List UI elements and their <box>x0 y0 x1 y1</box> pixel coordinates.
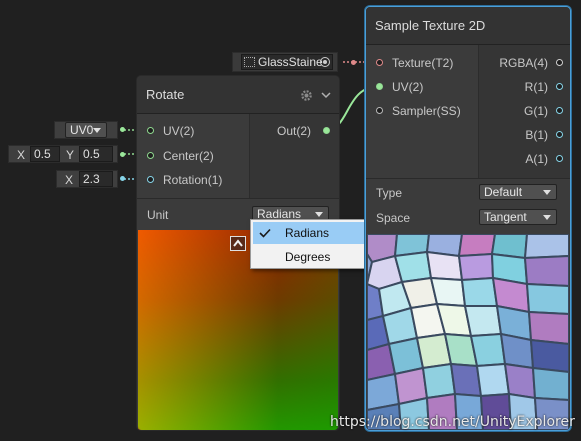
unit-option-radians-label: Radians <box>285 226 330 240</box>
sample-input-uv-label: UV(2) <box>392 80 424 94</box>
sample-output-r-label: R(1) <box>524 80 548 94</box>
center-y-input[interactable]: 0.5 <box>79 146 113 162</box>
rotate-input-center[interactable]: Center(2) <box>147 147 214 165</box>
uv-channel-dropdown[interactable]: UV0 <box>65 122 107 138</box>
center-x-label: X <box>17 148 26 162</box>
rotation-field-port[interactable] <box>120 176 125 181</box>
texture-icon <box>244 57 255 67</box>
rotate-input-center-label: Center(2) <box>163 149 214 163</box>
space-dropdown-value: Tangent <box>484 210 527 224</box>
texture-field-port[interactable] <box>351 60 356 65</box>
uv-inline-field: UV0 <box>54 121 118 139</box>
texture-object-field[interactable]: GlassStaine <box>241 54 333 70</box>
sample-texture-node-title: Sample Texture 2D <box>375 18 486 33</box>
sample-output-g[interactable]: G(1) <box>484 102 563 120</box>
chevron-down-icon <box>543 190 551 195</box>
rotation-x-input[interactable]: 2.3 <box>79 171 113 187</box>
uv-field-port[interactable] <box>120 127 125 132</box>
gear-icon[interactable] <box>300 89 313 102</box>
collapse-up-icon <box>233 239 243 247</box>
sample-texture-node-header[interactable]: Sample Texture 2D <box>366 7 570 45</box>
type-dropdown[interactable]: Default <box>479 184 557 200</box>
space-label: Space <box>376 211 411 225</box>
rotate-input-uv-label: UV(2) <box>163 124 195 138</box>
sample-texture-preview <box>367 234 569 430</box>
center-y-label: Y <box>66 148 75 162</box>
sample-input-uv[interactable]: UV(2) <box>376 78 423 96</box>
sample-output-rgba-label: RGBA(4) <box>499 56 548 70</box>
sample-input-sampler-label: Sampler(SS) <box>392 104 461 118</box>
checkmark-icon <box>259 228 271 238</box>
chevron-down-icon <box>543 215 551 220</box>
texture-field-value: GlassStaine <box>258 55 323 69</box>
space-dropdown[interactable]: Tangent <box>479 209 557 225</box>
rotate-node-title: Rotate <box>146 87 185 102</box>
watermark: https://blog.csdn.net/UnityExplorer <box>330 414 575 430</box>
type-label: Type <box>376 186 403 200</box>
unit-label: Unit <box>147 208 169 222</box>
rotate-input-uv[interactable]: UV(2) <box>147 122 194 140</box>
sample-output-a-label: A(1) <box>525 152 548 166</box>
chevron-down-icon[interactable] <box>321 91 331 99</box>
type-dropdown-value: Default <box>484 185 523 199</box>
sample-output-g-label: G(1) <box>524 104 548 118</box>
sample-output-b-label: B(1) <box>525 128 548 142</box>
sample-output-rgba[interactable]: RGBA(4) <box>484 54 563 72</box>
chevron-down-icon <box>93 128 101 133</box>
rotate-input-rotation-label: Rotation(1) <box>163 173 223 187</box>
texture-inline-field: GlassStaine <box>232 52 338 72</box>
sample-output-b[interactable]: B(1) <box>484 126 563 144</box>
unit-option-degrees-label: Degrees <box>285 250 331 264</box>
sample-input-sampler[interactable]: Sampler(SS) <box>376 102 461 120</box>
sample-output-a[interactable]: A(1) <box>484 150 563 168</box>
sample-input-texture[interactable]: Texture(T2) <box>376 54 453 72</box>
rotate-input-rotation[interactable]: Rotation(1) <box>147 171 222 189</box>
center-x-input[interactable]: 0.5 <box>30 146 60 162</box>
rotation-x-label: X <box>65 173 74 187</box>
chevron-down-icon <box>315 212 323 217</box>
rotation-inline-field: X 2.3 <box>56 170 118 188</box>
sample-output-r[interactable]: R(1) <box>484 78 563 96</box>
center-inline-field: X 0.5 Y 0.5 <box>8 145 118 163</box>
uv-channel-value: UV0 <box>70 123 94 137</box>
center-field-port[interactable] <box>120 152 125 157</box>
collapse-preview-button[interactable] <box>230 236 246 251</box>
sample-texture-2d-node[interactable]: Sample Texture 2D Texture(T2) UV(2) Samp… <box>365 6 571 431</box>
object-picker-icon[interactable] <box>320 57 330 67</box>
sample-settings-panel: Type Default Space Tangent <box>366 178 570 234</box>
sample-input-texture-label: Texture(T2) <box>392 56 454 70</box>
rotate-output-out[interactable]: Out(2) <box>277 122 331 140</box>
rotate-output-label: Out(2) <box>277 124 312 138</box>
